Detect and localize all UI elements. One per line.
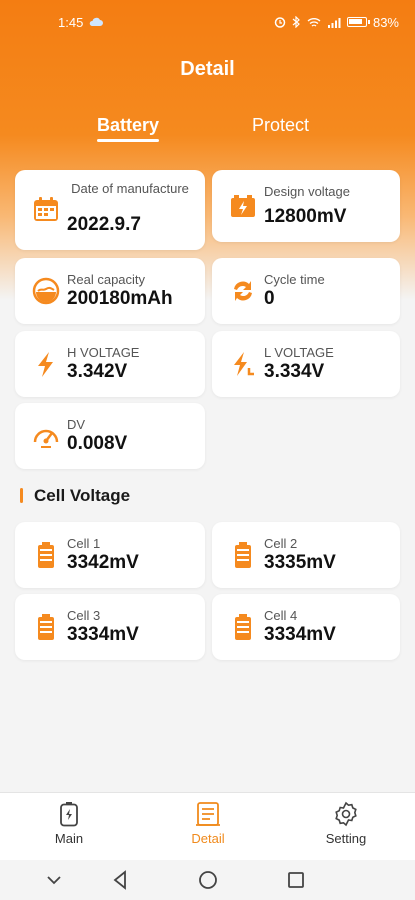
cell-value: 3335mV (264, 552, 336, 573)
battery-bolt-icon (60, 802, 78, 827)
nav-main[interactable]: Main (29, 801, 109, 846)
tab-bar: Battery Protect (0, 115, 415, 145)
nav-setting[interactable]: Setting (306, 801, 386, 846)
card-label: H VOLTAGE (67, 345, 140, 360)
cell-card-3: Cell 3 3334mV (15, 594, 205, 660)
document-icon (196, 802, 220, 826)
bottom-nav: Main Detail Setting (0, 792, 415, 860)
nav-detail[interactable]: Detail (168, 801, 248, 846)
card-design-voltage: Design voltage 12800mV (212, 170, 400, 242)
back-icon[interactable] (108, 868, 132, 892)
card-date-of-manufacture: Date of manufacture 2022.9.7 (15, 170, 205, 250)
cloud-icon (90, 17, 104, 26)
card-value: 12800mV (264, 206, 347, 227)
card-dv: DV 0.008V (15, 403, 205, 469)
gear-icon (335, 801, 357, 827)
battery-percent: 83% (372, 14, 399, 30)
high-voltage-icon (38, 352, 53, 377)
cell-card-4: Cell 4 3334mV (212, 594, 400, 660)
battery-charge-icon (231, 195, 255, 217)
cycle-arrows-icon (234, 281, 252, 301)
capacity-gauge-icon (32, 277, 60, 305)
calendar-icon (34, 197, 58, 221)
card-label: Cycle time (264, 272, 325, 287)
battery-cell-icon (235, 614, 251, 640)
battery-cell-icon (38, 542, 54, 568)
recents-icon[interactable] (284, 868, 308, 892)
cell-value: 3334mV (67, 624, 139, 645)
header-background (0, 0, 415, 300)
home-icon[interactable] (196, 868, 220, 892)
card-label: DV (67, 417, 86, 432)
battery-status-icon (346, 17, 370, 27)
card-value: 3.342V (67, 361, 128, 382)
battery-cell-icon (38, 614, 54, 640)
status-time: 1:45 (58, 14, 84, 30)
cell-label: Cell 4 (264, 608, 298, 623)
nav-label: Main (54, 831, 84, 846)
alarm-icon (274, 17, 286, 28)
card-h-voltage: H VOLTAGE 3.342V (15, 331, 205, 397)
card-cycle-time: Cycle time 0 (212, 258, 400, 324)
chevron-down-icon[interactable] (42, 868, 66, 892)
card-label: Real capacity (67, 272, 146, 287)
tab-battery[interactable]: Battery (97, 115, 160, 142)
speedometer-icon (33, 429, 59, 448)
battery-cell-icon (235, 542, 251, 568)
nav-label: Detail (191, 831, 225, 846)
card-value: 0 (264, 288, 275, 309)
signal-icon (327, 17, 341, 28)
cell-value: 3342mV (67, 552, 139, 573)
card-value: 0.008V (67, 433, 128, 454)
cell-label: Cell 3 (67, 608, 101, 623)
nav-label: Setting (325, 831, 367, 846)
card-value: 3.334V (264, 361, 325, 382)
tab-protect[interactable]: Protect (252, 115, 309, 136)
card-label: Design voltage (264, 184, 350, 199)
card-l-voltage: L VOLTAGE 3.334V (212, 331, 400, 397)
page-title: Detail (180, 58, 235, 80)
section-title-cell-voltage: Cell Voltage (20, 486, 130, 506)
cell-label: Cell 1 (67, 536, 101, 551)
card-value: 200180mAh (67, 288, 173, 309)
cell-label: Cell 2 (264, 536, 298, 551)
bluetooth-icon (292, 16, 300, 28)
card-label: L VOLTAGE (264, 345, 334, 360)
wifi-icon (307, 17, 321, 27)
status-bar: 1:45 83% (0, 0, 415, 44)
cell-card-1: Cell 1 3342mV (15, 522, 205, 588)
card-label: Date of manufacture (71, 181, 189, 196)
low-voltage-icon (234, 352, 254, 376)
cell-card-2: Cell 2 3335mV (212, 522, 400, 588)
system-nav-bar (0, 860, 415, 900)
card-value: 2022.9.7 (67, 214, 141, 235)
card-real-capacity: Real capacity 200180mAh (15, 258, 205, 324)
cell-value: 3334mV (264, 624, 336, 645)
